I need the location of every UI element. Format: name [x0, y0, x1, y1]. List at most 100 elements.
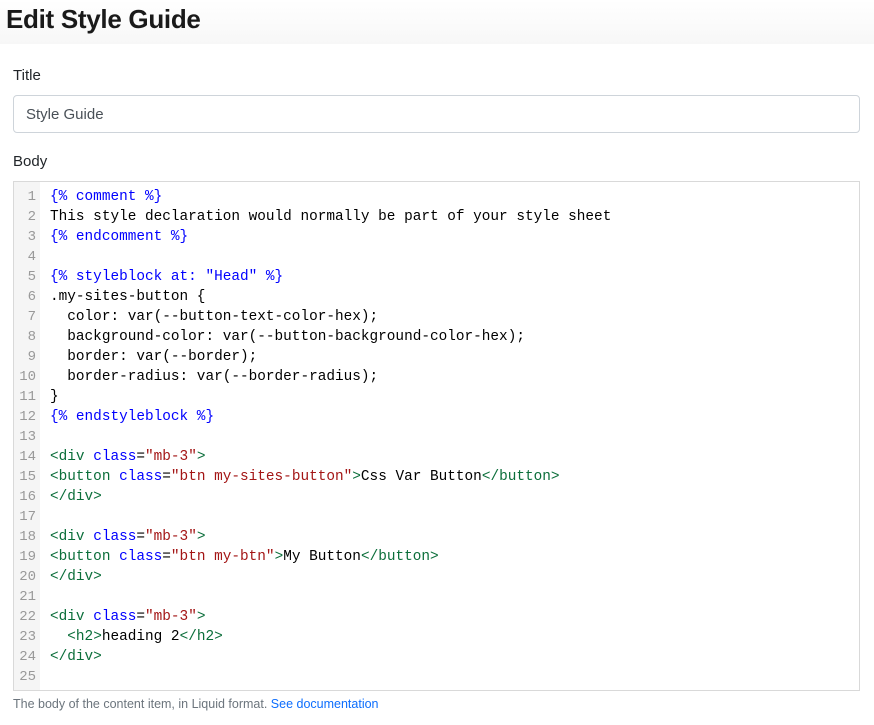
- code-line[interactable]: 15 <button class="btn my-sites-button">Cs…: [14, 467, 859, 487]
- code-token: Css Var Button: [360, 469, 482, 485]
- line-code: <button class="btn my-btn">My Button</bu…: [50, 547, 439, 567]
- code-token: class: [93, 449, 137, 465]
- code-token: "btn my-btn": [170, 549, 275, 565]
- code-token: border-radius: var(--border-radius);: [50, 369, 379, 385]
- line-number: 3: [27, 229, 36, 245]
- code-line[interactable]: 10 border-radius: var(--border-radius);: [14, 367, 859, 387]
- code-line[interactable]: 8 background-color: var(--button-backgro…: [14, 327, 859, 347]
- line-code: background-color: var(--button-backgroun…: [50, 327, 525, 347]
- code-token: My Button: [283, 549, 361, 565]
- line-code: {% endstyleblock %}: [50, 407, 214, 427]
- code-token: </h2>: [179, 629, 223, 645]
- code-token: >: [196, 449, 206, 465]
- code-token: class: [93, 609, 137, 625]
- code-token: </div>: [50, 569, 102, 585]
- line-code: color: var(--button-text-color-hex);: [50, 307, 378, 327]
- line-code: <div class="mb-3">: [50, 527, 205, 547]
- code-line[interactable]: 2 This style declaration would normally b…: [14, 207, 859, 227]
- line-number: 18: [19, 529, 36, 545]
- code-line[interactable]: 19 <button class="btn my-btn">My Button</…: [14, 547, 859, 567]
- code-token: <button: [50, 469, 120, 485]
- line-number: 9: [27, 349, 36, 365]
- code-token: "mb-3": [145, 609, 197, 625]
- code-line[interactable]: 5 {% styleblock at: "Head" %}: [14, 267, 859, 287]
- code-token: {% endstyleblock %}: [50, 409, 215, 425]
- line-code: border-radius: var(--border-radius);: [50, 367, 378, 387]
- code-line[interactable]: 11}: [14, 387, 859, 407]
- line-number: 12: [19, 409, 36, 425]
- code-token: class: [119, 549, 163, 565]
- page-header: Edit Style Guide: [0, 0, 874, 44]
- title-label: Title: [13, 67, 41, 84]
- line-number: 21: [19, 589, 36, 605]
- code-token: heading 2: [101, 629, 180, 645]
- line-code: }: [50, 387, 59, 407]
- code-token: color: var(--button-text-color-hex);: [50, 309, 379, 325]
- code-token: class: [119, 469, 163, 485]
- line-number: 1: [27, 189, 36, 205]
- code-line[interactable]: 1 {% comment %}: [14, 187, 859, 207]
- code-token: "Head": [205, 269, 258, 285]
- line-code: {% styleblock at: "Head" %}: [50, 267, 283, 287]
- line-number: 15: [19, 469, 36, 485]
- body-code-editor[interactable]: 1 {% comment %} 2 This style declaration wo…: [13, 181, 860, 691]
- page-title: Edit Style Guide: [6, 4, 201, 34]
- code-token: =: [162, 549, 171, 565]
- title-input[interactable]: [13, 95, 860, 133]
- code-token: =: [136, 449, 146, 465]
- code-line[interactable]: 3 {% endcomment %}: [14, 227, 859, 247]
- line-code: {% comment %}: [50, 187, 162, 207]
- line-number: 22: [19, 609, 36, 625]
- line-number: 13: [19, 429, 36, 445]
- documentation-link[interactable]: See documentation: [271, 697, 379, 711]
- code-token: =: [162, 469, 171, 485]
- code-line[interactable]: 21: [14, 587, 859, 607]
- code-token: border: var(--border);: [50, 349, 258, 365]
- code-line[interactable]: 24 </div>: [14, 647, 859, 667]
- line-number: 4: [27, 249, 36, 265]
- code-token: {% styleblock at:: [50, 269, 206, 285]
- line-code: {% endcomment %}: [50, 227, 188, 247]
- line-number: 2: [27, 209, 36, 225]
- code-token: >: [274, 549, 284, 565]
- line-number: 19: [19, 549, 36, 565]
- line-code: <h2>heading 2</h2>: [50, 627, 223, 647]
- code-token: {% endcomment %}: [50, 229, 189, 245]
- line-code: This style declaration would normally be…: [50, 207, 611, 227]
- code-token: "mb-3": [145, 529, 197, 545]
- code-line[interactable]: 22 <div class="mb-3">: [14, 607, 859, 627]
- line-code: border: var(--border);: [50, 347, 257, 367]
- code-line[interactable]: 13: [14, 427, 859, 447]
- line-number: 24: [19, 649, 36, 665]
- code-lines[interactable]: 1 {% comment %} 2 This style declaration wo…: [14, 187, 859, 687]
- code-line[interactable]: 23 <h2>heading 2</h2>: [14, 627, 859, 647]
- line-code: .my-sites-button {: [50, 287, 205, 307]
- code-line[interactable]: 4: [14, 247, 859, 267]
- code-line[interactable]: 9 border: var(--border);: [14, 347, 859, 367]
- code-line[interactable]: 16 </div>: [14, 487, 859, 507]
- code-token: </button>: [360, 549, 439, 565]
- code-token: >: [196, 529, 206, 545]
- line-code: <div class="mb-3">: [50, 447, 205, 467]
- code-token: =: [136, 529, 146, 545]
- code-line[interactable]: 20 </div>: [14, 567, 859, 587]
- code-token: %}: [257, 269, 284, 285]
- code-line[interactable]: 17: [14, 507, 859, 527]
- code-token: =: [136, 609, 146, 625]
- line-number: 6: [27, 289, 36, 305]
- line-number: 23: [19, 629, 36, 645]
- code-line[interactable]: 25: [14, 667, 859, 687]
- line-code: </div>: [50, 487, 102, 507]
- line-number: 8: [27, 329, 36, 345]
- code-token: <div: [50, 529, 94, 545]
- code-token: <div: [50, 609, 94, 625]
- code-line[interactable]: 12 {% endstyleblock %}: [14, 407, 859, 427]
- code-line[interactable]: 7 color: var(--button-text-color-hex);: [14, 307, 859, 327]
- code-line[interactable]: 14 <div class="mb-3">: [14, 447, 859, 467]
- line-number: 5: [27, 269, 36, 285]
- code-token: </div>: [50, 649, 102, 665]
- line-number: 7: [27, 309, 36, 325]
- code-line[interactable]: 6 .my-sites-button {: [14, 287, 859, 307]
- code-line[interactable]: 18 <div class="mb-3">: [14, 527, 859, 547]
